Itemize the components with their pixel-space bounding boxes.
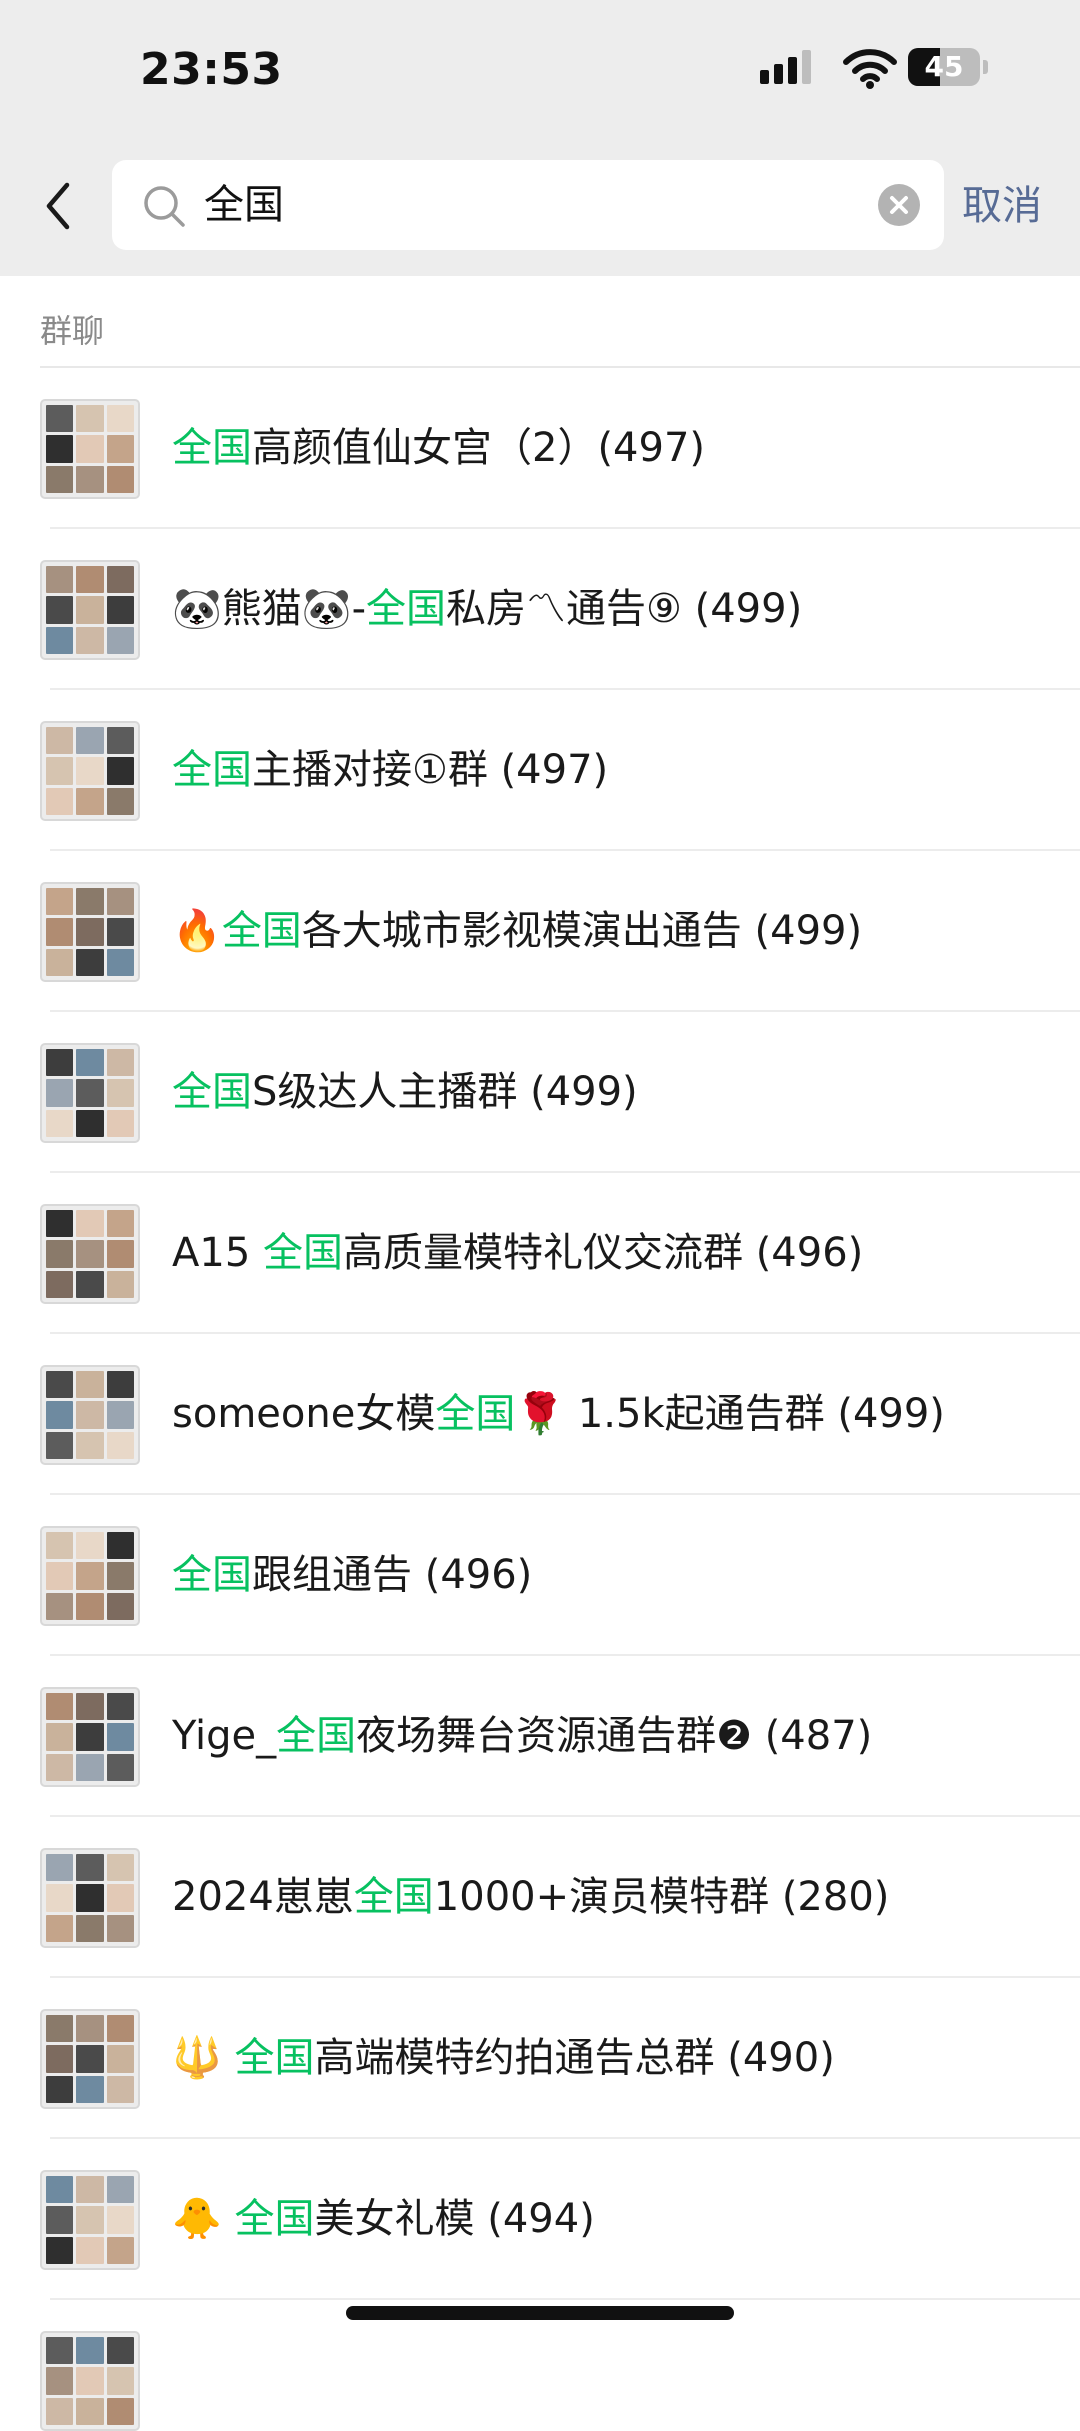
list-item[interactable]: 全国主播对接①群 (497) (0, 690, 1080, 851)
group-name-text: Yige_ (172, 1713, 277, 1759)
group-avatar (40, 1204, 140, 1304)
keyword-highlight: 全国 (172, 425, 252, 471)
list-item[interactable]: A15 全国高质量模特礼仪交流群 (496) (0, 1173, 1080, 1334)
group-avatar (40, 2009, 140, 2109)
top-bar: 23:53 45 全国 取消 (0, 0, 1080, 276)
keyword-highlight: 全国 (172, 1069, 252, 1115)
group-name: Yige_全国夜场舞台资源通告群❷ (487) (172, 1656, 872, 1817)
group-name-text: 私房〽通告⑨ (499) (446, 586, 803, 632)
group-name-text: A15 (172, 1230, 263, 1276)
group-avatar (40, 1365, 140, 1465)
list-item[interactable]: 2024崽崽全国1000+演员模特群 (280) (0, 1817, 1080, 1978)
battery-percent: 45 (924, 50, 964, 83)
back-button[interactable] (38, 176, 78, 236)
group-avatar (40, 882, 140, 982)
keyword-highlight: 全国 (366, 586, 447, 632)
group-name-text: 🐼熊猫🐼- (172, 586, 367, 632)
group-avatar (40, 1043, 140, 1143)
group-avatar (40, 2331, 140, 2431)
group-name: 🔱 全国高端模特约拍通告总群 (490) (172, 1978, 835, 2139)
list-item[interactable]: 🐥 全国美女礼模 (494) (0, 2139, 1080, 2300)
group-avatar (40, 2170, 140, 2270)
group-avatar (40, 721, 140, 821)
group-name-text: 🌹 1.5k起通告群 (499) (515, 1391, 945, 1437)
group-name: 全国高颜值仙女宫（2）(497) (172, 368, 705, 529)
keyword-highlight: 全国 (353, 1874, 434, 1920)
search-box[interactable] (112, 160, 944, 250)
group-name: 2024崽崽全国1000+演员模特群 (280) (172, 1817, 889, 1978)
keyword-highlight: 全国 (234, 2196, 315, 2242)
group-avatar (40, 1687, 140, 1787)
group-name: 🐥 全国美女礼模 (494) (172, 2139, 595, 2300)
group-avatar (40, 560, 140, 660)
group-name-text: 高端模特约拍通告总群 (490) (314, 2035, 835, 2081)
group-name: someone女模全国🌹 1.5k起通告群 (499) (172, 1334, 945, 1495)
status-icons: 45 (760, 46, 990, 98)
cellular-signal-icon (760, 46, 820, 90)
list-item[interactable]: 🐼熊猫🐼-全国私房〽通告⑨ (499) (0, 529, 1080, 690)
keyword-highlight: 全国 (221, 908, 302, 954)
group-avatar (40, 399, 140, 499)
group-name: 🔥全国各大城市影视模演出通告 (499) (172, 851, 862, 1012)
search-icon (144, 186, 185, 227)
group-name-text: 2024崽崽 (172, 1874, 354, 1920)
group-name-text: 高质量模特礼仪交流群 (496) (342, 1230, 864, 1276)
group-name: 全国跟组通告 (496) (172, 1495, 532, 1656)
group-name-text: 🔱 (172, 2035, 235, 2081)
group-name-text: 美女礼模 (494) (314, 2196, 595, 2242)
group-avatar (40, 1848, 140, 1948)
group-name: A15 全国高质量模特礼仪交流群 (496) (172, 1173, 863, 1334)
search-result-list: 全国高颜值仙女宫（2）(497) 🐼熊猫🐼-全国私房〽通告⑨ (499) 全国主播对… (0, 368, 1080, 2431)
keyword-highlight: 全国 (234, 2035, 315, 2081)
keyword-highlight: 全国 (276, 1713, 357, 1759)
group-name: 全国S级达人主播群 (499) (172, 1012, 638, 1173)
keyword-highlight: 全国 (435, 1391, 516, 1437)
list-item[interactable]: someone女模全国🌹 1.5k起通告群 (499) (0, 1334, 1080, 1495)
clear-circle-icon[interactable] (878, 184, 920, 226)
group-name-text: S级达人主播群 (499) (252, 1069, 638, 1115)
section-label-group-chats: 群聊 (40, 312, 105, 350)
home-indicator[interactable] (346, 2306, 734, 2320)
keyword-highlight: 全国 (172, 1552, 252, 1598)
group-name-text: 🐥 (172, 2196, 235, 2242)
keyword-highlight: 全国 (262, 1230, 343, 1276)
list-item[interactable]: 全国S级达人主播群 (499) (0, 1012, 1080, 1173)
search-input[interactable] (204, 160, 854, 250)
group-avatar (40, 1526, 140, 1626)
group-name-text: 🔥 (172, 908, 222, 954)
chevron-left-icon (46, 182, 70, 230)
group-name-text: 高颜值仙女宫（2）(497) (252, 425, 706, 471)
list-item[interactable]: Yige_全国夜场舞台资源通告群❷ (487) (0, 1656, 1080, 1817)
wifi-icon (843, 49, 897, 89)
group-name: 🐼熊猫🐼-全国私房〽通告⑨ (499) (172, 529, 802, 690)
cancel-button[interactable]: 取消 (962, 176, 1042, 236)
keyword-highlight: 全国 (172, 747, 252, 793)
list-item[interactable]: 🔱 全国高端模特约拍通告总群 (490) (0, 1978, 1080, 2139)
group-name-text: 各大城市影视模演出通告 (499) (301, 908, 863, 954)
group-name-text: 1000+演员模特群 (280) (433, 1874, 890, 1920)
list-item[interactable]: 🔥全国各大城市影视模演出通告 (499) (0, 851, 1080, 1012)
battery-tip (983, 60, 988, 74)
group-name-text: 跟组通告 (496) (252, 1552, 533, 1598)
group-name-text: 夜场舞台资源通告群❷ (487) (356, 1713, 873, 1759)
group-name-text: 主播对接①群 (497) (252, 747, 609, 793)
list-item[interactable]: 全国跟组通告 (496) (0, 1495, 1080, 1656)
group-name-text: someone女模 (172, 1391, 436, 1437)
battery-icon: 45 (908, 48, 980, 86)
group-name: 全国主播对接①群 (497) (172, 690, 608, 851)
clear-x-icon (890, 196, 908, 214)
status-time: 23:53 (140, 44, 283, 95)
list-item[interactable]: 全国高颜值仙女宫（2）(497) (0, 368, 1080, 529)
